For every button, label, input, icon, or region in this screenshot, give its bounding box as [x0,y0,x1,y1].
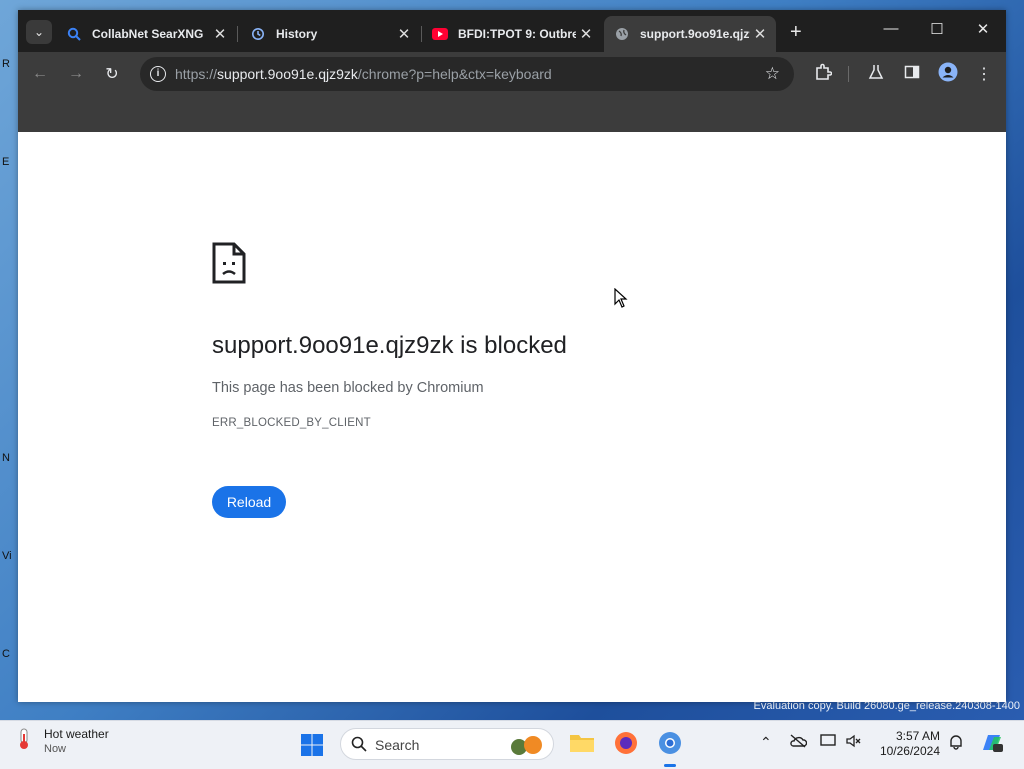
minimize-button[interactable]: — [868,20,914,37]
browser-window: ⌄ CollabNet SearXNG ✕ History ✕ BFDI:TPO… [18,10,1006,702]
bookmarks-bar [18,96,1006,133]
new-tab-button[interactable]: + [790,22,802,42]
mouse-cursor-icon [614,287,628,313]
side-panel-button[interactable] [902,64,922,84]
thermometer-icon [16,728,32,755]
desktop-icon-label[interactable]: N [2,452,16,464]
url-path: /chrome?p=help&ctx=keyboard [357,66,552,82]
firefox-button[interactable] [612,731,640,759]
folder-icon [569,732,595,759]
labs-button[interactable] [866,64,886,84]
clock-date: 10/26/2024 [879,744,940,758]
close-icon[interactable]: ✕ [576,25,596,43]
clock-time: 3:57 AM [895,729,940,743]
sad-document-icon [212,242,246,289]
reload-icon: ↻ [105,66,119,83]
site-info-icon[interactable]: i [150,66,166,82]
weather-subtitle: Now [44,743,67,755]
tab-title: BFDI:TPOT 9: Outbre [458,27,576,41]
close-window-button[interactable]: ✕ [960,20,1006,38]
chevron-down-icon: ⌄ [33,25,45,39]
back-button[interactable]: ← [30,64,50,84]
error-description: This page has been blocked by Chromium [212,380,484,396]
desktop-icon-label[interactable]: Vi [2,550,16,562]
close-icon: ✕ [976,21,990,38]
desktop-icon-label[interactable]: R [2,58,16,70]
arrow-left-icon: ← [32,65,48,82]
globe-icon [614,26,630,42]
desktop-icon-label[interactable]: E [2,156,16,168]
arrow-right-icon: → [68,65,84,82]
reload-toolbar-button[interactable]: ↻ [102,64,122,84]
search-highlight-icon [507,734,547,761]
chromium-button[interactable] [656,731,684,767]
url-host: support.9oo91e.qjz9zk [217,66,358,82]
maximize-button[interactable]: ☐ [914,20,960,38]
search-icon [66,26,82,42]
forward-button[interactable]: → [66,64,86,84]
taskbar: Hot weather Now Search ⌃ 3:57 AM 10/26/2… [0,720,1024,769]
file-explorer-button[interactable] [568,731,596,759]
avatar-icon [938,62,958,87]
tab-support-active[interactable]: support.9oo91e.qjz9 ✕ [604,16,776,52]
weather-title: Hot weather [44,727,109,741]
profile-button[interactable] [938,62,958,87]
onedrive-icon[interactable] [789,734,808,751]
url-scheme: https:// [175,66,218,82]
tab-history[interactable]: History ✕ [240,16,420,52]
system-clock[interactable]: 3:57 AM 10/26/2024 [872,729,940,759]
plus-icon: + [790,21,802,43]
show-hidden-icons-button[interactable]: ⌃ [760,734,772,751]
tab-divider [237,26,238,42]
history-icon [250,26,266,42]
chevron-up-icon: ⌃ [760,734,772,750]
tab-title: support.9oo91e.qjz9 [640,27,750,41]
volume-muted-icon[interactable] [846,734,862,751]
youtube-icon [432,26,448,42]
tab-title: History [276,27,318,41]
address-bar[interactable]: i https://support.9oo91e.qjz9zk/chrome?p… [140,57,794,91]
toolbar-divider [848,66,849,82]
flask-icon [868,64,884,85]
notification-bell-icon[interactable] [948,734,964,753]
copilot-icon[interactable] [980,732,1004,757]
search-label: Search [375,737,420,753]
minimize-icon: — [883,20,899,37]
error-heading: support.9oo91e.qjz9zk is blocked [212,332,567,359]
close-icon[interactable]: ✕ [394,25,414,43]
url-text[interactable]: https://support.9oo91e.qjz9zk/chrome?p=h… [175,66,552,82]
taskbar-search[interactable]: Search [340,728,554,760]
browser-toolbar: ← → ↻ i https://support.9oo91e.qjz9zk/ch… [18,52,1006,96]
network-icon[interactable] [820,734,838,751]
close-icon[interactable]: ✕ [210,25,230,43]
tab-collabnet[interactable]: CollabNet SearXNG ✕ [56,16,236,52]
error-page: support.9oo91e.qjz9zk is blocked This pa… [18,132,1006,702]
desktop-icon-label[interactable]: C [2,648,16,660]
puzzle-icon [814,63,833,86]
side-panel-icon [904,64,920,85]
extensions-button[interactable] [813,63,833,86]
tab-search-button[interactable]: ⌄ [26,20,52,44]
kebab-menu-icon: ⋮ [976,66,992,83]
active-app-indicator [664,764,676,767]
start-button[interactable] [300,733,324,757]
tab-strip: ⌄ CollabNet SearXNG ✕ History ✕ BFDI:TPO… [18,10,1006,52]
tab-bfdi[interactable]: BFDI:TPOT 9: Outbre ✕ [422,16,602,52]
tab-title: CollabNet SearXNG [92,27,204,41]
maximize-icon: ☐ [930,21,944,38]
chromium-icon [658,731,682,760]
firefox-icon [614,731,638,760]
bookmark-star-icon[interactable]: ☆ [765,64,780,84]
error-code: ERR_BLOCKED_BY_CLIENT [212,417,371,429]
windows-logo-icon [300,734,324,761]
search-icon [351,736,367,757]
reload-button[interactable]: Reload [212,486,286,518]
menu-button[interactable]: ⋮ [974,64,994,84]
weather-widget[interactable]: Hot weather Now [16,727,109,755]
close-icon[interactable]: ✕ [750,25,770,43]
